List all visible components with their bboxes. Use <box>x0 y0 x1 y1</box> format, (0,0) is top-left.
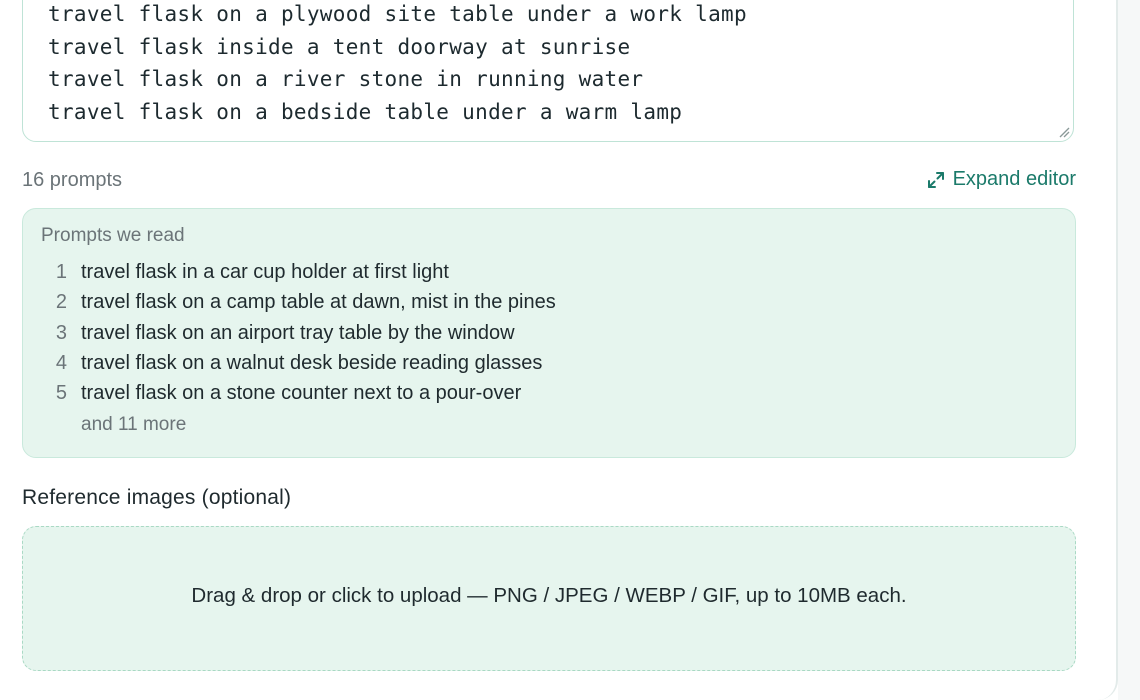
scroll-area-edge <box>1118 0 1140 700</box>
list-item-text: travel flask in a car cup holder at firs… <box>81 261 449 283</box>
prompt-count: 16 prompts <box>22 169 123 191</box>
expand-editor-label: Expand editor <box>952 168 1076 190</box>
prompt-editor-line: travel flask inside a tent doorway at su… <box>48 34 631 59</box>
list-item-number: 4 <box>55 351 67 374</box>
editor-meta-row: 16 prompts Expand editor <box>22 166 1076 196</box>
prompts-read-title: Prompts we read <box>41 225 185 246</box>
form-panel: travel flask on a plywood site table und… <box>0 0 1118 700</box>
list-item-number: 2 <box>55 291 67 314</box>
list-item-number: 3 <box>55 321 67 344</box>
prompts-read-preview: Prompts we read 1 travel flask in a car … <box>22 208 1076 458</box>
prompt-editor-line: travel flask on a plywood site table und… <box>48 2 747 26</box>
list-item-text: travel flask on a walnut desk beside rea… <box>81 351 543 374</box>
expand-editor-button[interactable]: Expand editor <box>927 168 1076 191</box>
list-item-number: 5 <box>55 382 67 405</box>
page: travel flask on a plywood site table und… <box>0 0 1140 700</box>
prompts-read-list: 1 travel flask in a car cup holder at fi… <box>41 257 556 408</box>
list-item-number: 1 <box>55 261 67 283</box>
list-item: 4 travel flask on a walnut desk beside r… <box>41 348 556 378</box>
reference-images-label: Reference images (optional) <box>22 486 292 509</box>
list-item: 5 travel flask on a stone counter next t… <box>41 378 556 408</box>
list-item: 1 travel flask in a car cup holder at fi… <box>41 257 556 287</box>
prompt-editor-lines: travel flask on a plywood site table und… <box>48 0 747 128</box>
list-item: 2 travel flask on a camp table at dawn, … <box>41 287 556 317</box>
prompt-editor-textarea[interactable]: travel flask on a plywood site table und… <box>22 0 1074 142</box>
more-prompts-count: and 11 more <box>81 414 187 435</box>
list-item-text: travel flask on an airport tray table by… <box>81 321 515 344</box>
dropzone-instructions: Drag & drop or click to upload — PNG / J… <box>191 584 907 607</box>
image-upload-dropzone[interactable]: Drag & drop or click to upload — PNG / J… <box>22 526 1076 671</box>
prompt-editor-line: travel flask on a river stone in running… <box>48 67 644 91</box>
list-item: 3 travel flask on an airport tray table … <box>41 318 556 348</box>
list-item-text: travel flask on a camp table at dawn, mi… <box>81 291 556 314</box>
expand-arrows-icon <box>927 171 944 188</box>
resize-handle-icon[interactable] <box>1058 126 1070 138</box>
list-item-text: travel flask on a stone counter next to … <box>81 382 522 405</box>
prompt-editor-line: travel flask on a bedside table under a … <box>48 99 683 124</box>
